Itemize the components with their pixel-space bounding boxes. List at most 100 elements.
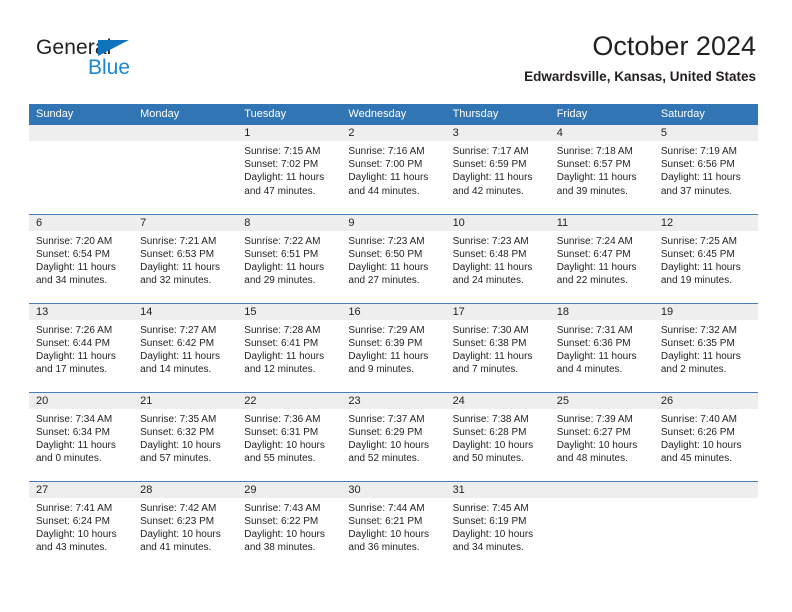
calendar-day-cell[interactable]: 7 Sunrise: 7:21 AM Sunset: 6:53 PM Daylight… [133, 213, 238, 303]
day-number: 3 [445, 125, 550, 141]
calendar-day-cell[interactable]: 10 Sunrise: 7:23 AM Sunset: 6:48 PM Dayligh… [445, 213, 550, 303]
calendar-day-cell[interactable]: 6 Sunrise: 7:20 AM Sunset: 6:54 PM Daylight… [29, 213, 134, 303]
sunrise-text: Sunrise: 7:35 AM [140, 413, 217, 425]
sunrise-text: Sunrise: 7:40 AM [660, 413, 737, 425]
calendar-day-cell[interactable]: 1 Sunrise: 7:15 AM Sunset: 7:02 PM Daylight… [237, 125, 342, 214]
calendar-day-cell[interactable]: 14 Sunrise: 7:27 AM Sunset: 6:42 PM Dayligh… [133, 302, 238, 392]
calendar-day-cell[interactable]: 22 Sunrise: 7:36 AM Sunset: 6:31 PM Dayligh… [237, 391, 342, 481]
calendar-day-cell[interactable]: 16 Sunrise: 7:29 AM Sunset: 6:39 PM Dayligh… [341, 302, 446, 392]
day-number: 30 [341, 481, 446, 498]
calendar-week-row: 1 Sunrise: 7:15 AM Sunset: 7:02 PM Daylight… [29, 125, 758, 214]
daylight-text-line1: Daylight: 11 hours [660, 172, 741, 184]
calendar-day-cell[interactable]: 8 Sunrise: 7:22 AM Sunset: 6:51 PM Daylight… [237, 213, 342, 303]
calendar-week-row: 20 Sunrise: 7:34 AM Sunset: 6:34 PM Dayligh… [29, 391, 758, 481]
day-details: Sunrise: 7:34 AM Sunset: 6:34 PM Daylight:… [29, 409, 133, 466]
sunset-text: Sunset: 6:48 PM [452, 248, 527, 260]
day-number: 20 [29, 392, 134, 409]
calendar-day-cell[interactable]: 4 Sunrise: 7:18 AM Sunset: 6:57 PM Daylight… [549, 125, 654, 214]
day-details: Sunrise: 7:23 AM Sunset: 6:48 PM Daylight:… [446, 231, 550, 288]
calendar-day-cell[interactable]: 11 Sunrise: 7:24 AM Sunset: 6:47 PM Dayligh… [549, 213, 654, 303]
sunrise-text: Sunrise: 7:16 AM [348, 146, 425, 157]
daylight-text-line2: and 0 minutes. [36, 453, 102, 465]
day-number: 28 [133, 481, 238, 498]
daylight-text-line2: and 55 minutes. [244, 453, 316, 465]
daylight-text-line2: and 41 minutes. [140, 542, 212, 554]
daylight-text-line2: and 48 minutes. [556, 453, 628, 465]
calendar-day-cell[interactable]: 9 Sunrise: 7:23 AM Sunset: 6:50 PM Daylight… [341, 213, 446, 303]
sunset-text: Sunset: 6:57 PM [556, 159, 631, 171]
calendar-day-cell[interactable]: 18 Sunrise: 7:31 AM Sunset: 6:36 PM Dayligh… [549, 302, 654, 392]
calendar-day-cell[interactable]: 19 Sunrise: 7:32 AM Sunset: 6:35 PM Dayligh… [653, 302, 758, 392]
daylight-text-line2: and 12 minutes. [244, 364, 316, 376]
daylight-text-line1: Daylight: 10 hours [556, 439, 638, 451]
calendar-week-row: 27 Sunrise: 7:41 AM Sunset: 6:24 PM Dayligh… [29, 480, 758, 570]
calendar-page: General Blue October 2024 Edwardsville, … [0, 0, 792, 612]
calendar-day-cell-empty[interactable] [133, 125, 238, 214]
calendar-day-cell[interactable]: 27 Sunrise: 7:41 AM Sunset: 6:24 PM Dayligh… [29, 480, 134, 570]
calendar-day-cell[interactable]: 25 Sunrise: 7:39 AM Sunset: 6:27 PM Dayligh… [549, 391, 654, 481]
calendar-day-cell[interactable]: 26 Sunrise: 7:40 AM Sunset: 6:26 PM Dayligh… [653, 391, 758, 481]
sunset-text: Sunset: 6:59 PM [452, 159, 527, 171]
sunset-text: Sunset: 6:53 PM [140, 248, 215, 260]
daylight-text-line2: and 44 minutes. [348, 185, 420, 197]
day-details: Sunrise: 7:36 AM Sunset: 6:31 PM Daylight:… [237, 409, 341, 466]
sunset-text: Sunset: 6:21 PM [348, 515, 423, 527]
calendar-day-cell-empty[interactable] [29, 125, 134, 214]
day-number: 21 [133, 392, 238, 409]
calendar-day-cell[interactable]: 17 Sunrise: 7:30 AM Sunset: 6:38 PM Dayligh… [445, 302, 550, 392]
calendar-day-cell-empty[interactable] [549, 480, 654, 570]
calendar-day-cell[interactable]: 15 Sunrise: 7:28 AM Sunset: 6:41 PM Dayligh… [237, 302, 342, 392]
day-details: Sunrise: 7:16 AM Sunset: 7:00 PM Daylight:… [341, 141, 445, 198]
calendar-day-cell[interactable]: 24 Sunrise: 7:38 AM Sunset: 6:28 PM Dayligh… [445, 391, 550, 481]
sunrise-text: Sunrise: 7:39 AM [556, 413, 633, 425]
day-number: 11 [549, 214, 654, 231]
sunset-text: Sunset: 6:56 PM [660, 159, 735, 171]
daylight-text-line2: and 45 minutes. [660, 453, 733, 465]
calendar-day-cell[interactable]: 3 Sunrise: 7:17 AM Sunset: 6:59 PM Daylight… [445, 125, 550, 214]
day-number: 16 [341, 303, 446, 320]
daylight-text-line1: Daylight: 11 hours [556, 350, 637, 362]
sunset-text: Sunset: 6:31 PM [244, 426, 319, 438]
daylight-text-line1: Daylight: 10 hours [244, 528, 325, 540]
daylight-text-line2: and 24 minutes. [452, 275, 524, 287]
daylight-text-line1: Daylight: 11 hours [36, 439, 116, 451]
day-number [653, 481, 758, 498]
calendar-day-cell[interactable]: 21 Sunrise: 7:35 AM Sunset: 6:32 PM Dayligh… [133, 391, 238, 481]
daylight-text-line1: Daylight: 10 hours [452, 528, 534, 540]
page-title: October 2024 [592, 31, 756, 61]
daylight-text-line2: and 19 minutes. [660, 275, 733, 287]
calendar-day-cell-empty[interactable] [653, 480, 758, 570]
calendar-day-cell[interactable]: 28 Sunrise: 7:42 AM Sunset: 6:23 PM Dayligh… [133, 480, 238, 570]
sunrise-text: Sunrise: 7:23 AM [452, 235, 529, 247]
day-details: Sunrise: 7:28 AM Sunset: 6:41 PM Daylight:… [237, 320, 341, 377]
calendar-day-cell[interactable]: 29 Sunrise: 7:43 AM Sunset: 6:22 PM Dayligh… [237, 480, 342, 570]
sunset-text: Sunset: 6:36 PM [556, 337, 631, 349]
day-number: 19 [653, 303, 758, 320]
calendar-day-cell[interactable]: 2 Sunrise: 7:16 AM Sunset: 7:00 PM Daylight… [341, 125, 446, 214]
daylight-text-line2: and 4 minutes. [556, 364, 623, 376]
calendar-day-cell[interactable]: 12 Sunrise: 7:25 AM Sunset: 6:45 PM Dayligh… [653, 213, 758, 303]
sunrise-text: Sunrise: 7:18 AM [556, 146, 633, 157]
sunrise-text: Sunrise: 7:37 AM [348, 413, 425, 425]
calendar-day-cell[interactable]: 5 Sunrise: 7:19 AM Sunset: 6:56 PM Daylight… [653, 125, 758, 214]
sunset-text: Sunset: 6:42 PM [140, 337, 215, 349]
sunrise-text: Sunrise: 7:43 AM [244, 502, 321, 514]
calendar-day-cell[interactable]: 30 Sunrise: 7:44 AM Sunset: 6:21 PM Dayligh… [341, 480, 446, 570]
daylight-text-line2: and 9 minutes. [348, 364, 415, 376]
calendar-day-cell[interactable]: 31 Sunrise: 7:45 AM Sunset: 6:19 PM Dayligh… [445, 480, 550, 570]
calendar-week-row: 6 Sunrise: 7:20 AM Sunset: 6:54 PM Daylight… [29, 213, 758, 303]
calendar-day-cell[interactable]: 20 Sunrise: 7:34 AM Sunset: 6:34 PM Dayligh… [29, 391, 134, 481]
day-number: 15 [237, 303, 342, 320]
sunrise-text: Sunrise: 7:38 AM [452, 413, 529, 425]
sunrise-text: Sunrise: 7:22 AM [244, 235, 321, 247]
calendar-day-cell[interactable]: 13 Sunrise: 7:26 AM Sunset: 6:44 PM Dayligh… [29, 302, 134, 392]
day-number: 17 [445, 303, 550, 320]
day-number: 14 [133, 303, 238, 320]
daylight-text-line2: and 14 minutes. [140, 364, 212, 376]
day-number: 23 [341, 392, 446, 409]
daylight-text-line2: and 32 minutes. [140, 275, 212, 287]
day-number: 8 [237, 214, 342, 231]
calendar-day-cell[interactable]: 23 Sunrise: 7:37 AM Sunset: 6:29 PM Dayligh… [341, 391, 446, 481]
weekday-header-saturday: Saturday [653, 104, 758, 125]
sunrise-text: Sunrise: 7:41 AM [36, 502, 113, 514]
